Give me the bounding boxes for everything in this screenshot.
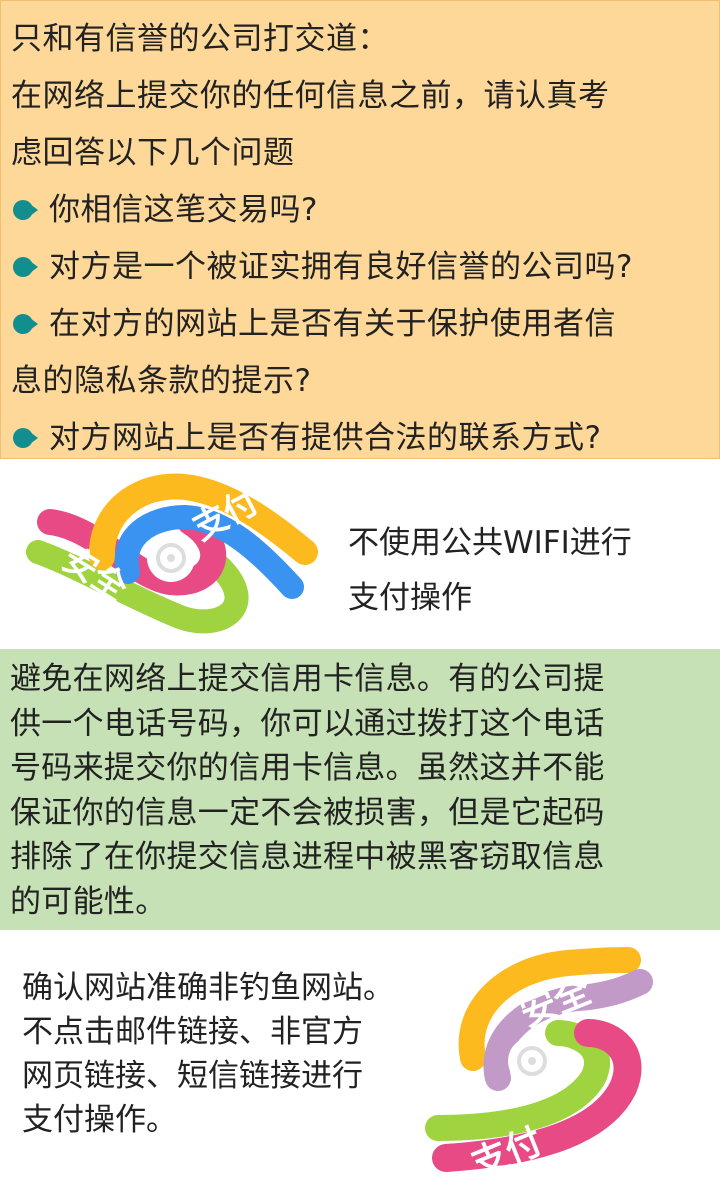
secure-payment-logo: 支付 安全 [26,473,318,634]
credit-card-panel: 避免在网络上提交信用卡信息。有的公司提 供一个电话号码，你可以通过拨打这个电话 … [0,649,720,930]
phishing-line: 确认网站准确非钓鱼网站。 [22,970,394,1006]
public-wifi-panel: 支付 安全 不使用公共WIFI进行 支付操作 [0,459,720,649]
question-text: 你相信这笔交易吗? [49,192,318,228]
intro-title: 只和有信誉的公司打交道： [11,21,389,57]
question-item: 你相信这笔交易吗? [11,182,719,239]
question-text: 对方网站上是否有提供合法的联系方式? [49,420,602,456]
phishing-panel: 确认网站准确非钓鱼网站。 不点击邮件链接、非官方 网页链接、短信链接进行 支付操… [0,930,720,1187]
secure-payment-logo-alt: 安全 支付 [425,947,653,1178]
credit-card-line: 排除了在你提交信息进程中被黑客窃取信息 [10,839,605,875]
credit-card-line: 的可能性。 [10,883,167,920]
wifi-tip-line2: 支付操作 [348,580,472,616]
bullet-icon [13,313,39,335]
phishing-line: 支付操作。 [22,1102,177,1138]
question-text-continued: 息的隐私条款的提示? [11,363,312,399]
bullet-icon [13,199,39,221]
question-text: 在对方的网站上是否有关于保护使用者信 [49,306,616,342]
wifi-tip-line1: 不使用公共WIFI进行 [348,525,632,561]
credit-card-line: 避免在网络上提交信用卡信息。有的公司提 [10,661,605,697]
intro-lead-line2: 虑回答以下几个问题 [11,135,295,171]
credit-card-line: 保证你的信息一定不会被损害，但是它起码 [10,794,605,831]
phishing-line: 不点击邮件链接、非官方 [22,1014,363,1050]
question-item: 在对方的网站上是否有关于保护使用者信 [11,296,719,353]
wifi-tip: 不使用公共WIFI进行 支付操作 [348,516,632,626]
credit-card-line: 号码来提交你的信用卡信息。虽然这并不能 [10,750,605,786]
bullet-icon [13,427,39,449]
question-text: 对方是一个被证实拥有良好信誉的公司吗? [49,249,633,285]
credit-card-line: 供一个电话号码，你可以通过拨打这个电话 [10,705,605,742]
phishing-tip: 确认网站准确非钓鱼网站。 不点击邮件链接、非官方 网页链接、短信链接进行 支付操… [22,966,394,1142]
trusted-company-panel: 只和有信誉的公司打交道： 在网络上提交你的任何信息之前，请认真考 虑回答以下几个… [0,0,720,459]
question-item: 对方是一个被证实拥有良好信誉的公司吗? [11,239,719,296]
intro-lead-line1: 在网络上提交你的任何信息之前，请认真考 [11,78,610,114]
phishing-line: 网页链接、短信链接进行 [22,1058,363,1094]
credit-card-tip: 避免在网络上提交信用卡信息。有的公司提 供一个电话号码，你可以通过拨打这个电话 … [10,657,712,924]
bullet-icon [13,256,39,278]
